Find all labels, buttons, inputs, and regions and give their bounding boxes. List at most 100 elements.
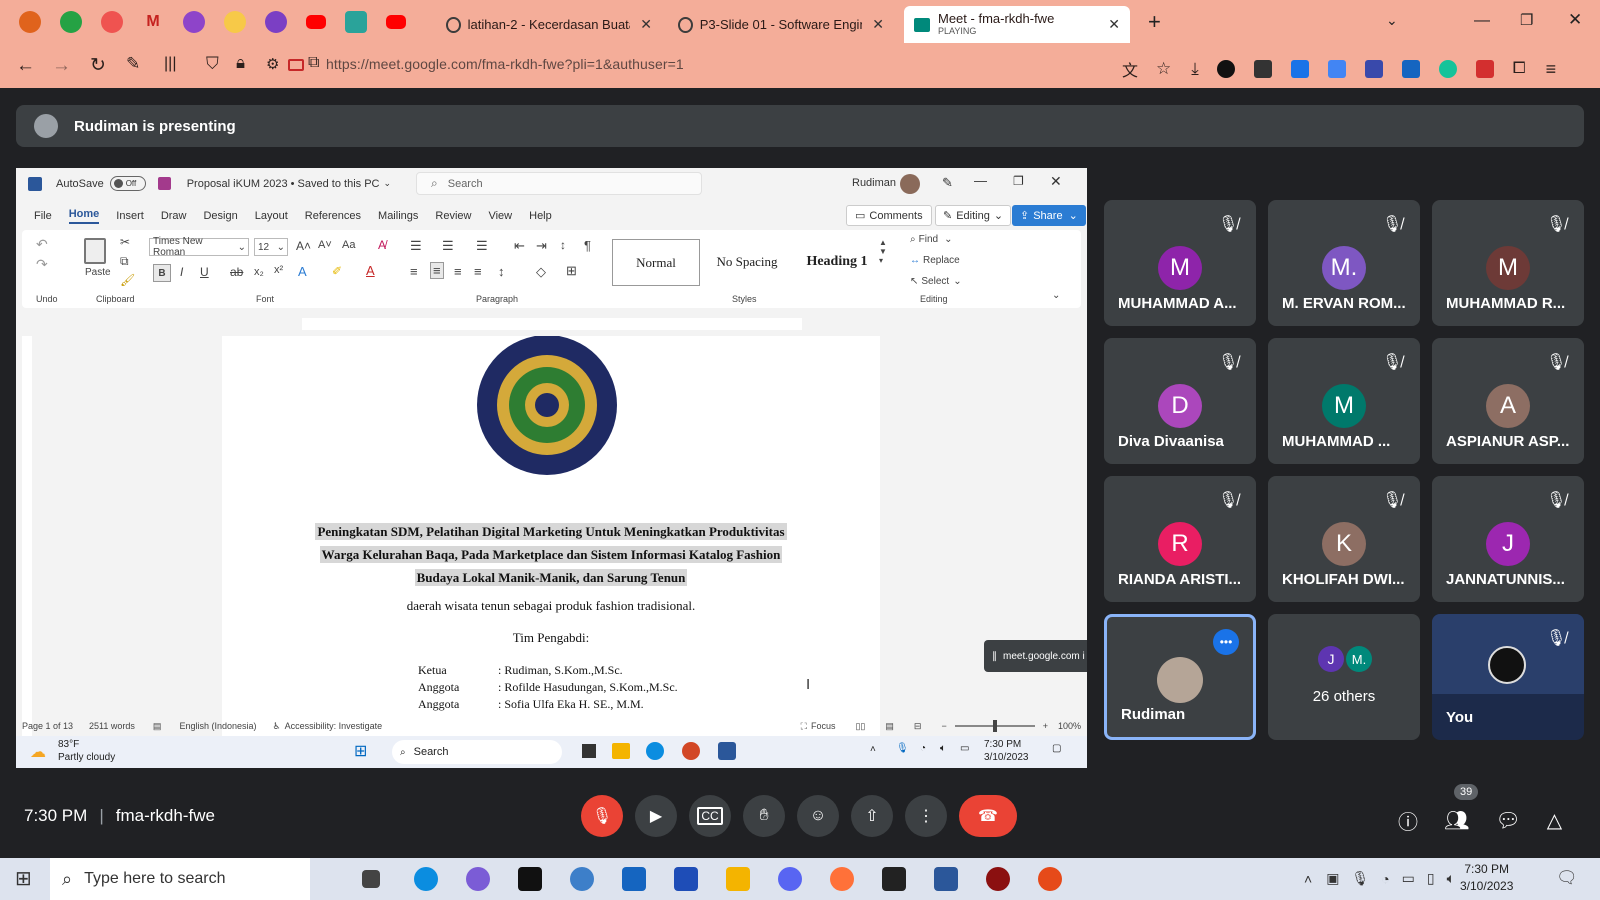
participant-tile[interactable]: 🎙︎̸ M MUHAMMAD A... [1104, 200, 1256, 326]
raise-hand-button[interactable]: ✋︎ [743, 795, 785, 837]
participant-tile[interactable]: 🎙︎̸ R RIANDA ARISTI... [1104, 476, 1256, 602]
copy-icon[interactable]: ⧉ [120, 254, 129, 269]
new-tab-button[interactable]: + [1148, 9, 1161, 35]
youtube-icon[interactable] [386, 15, 406, 29]
whatsapp-icon[interactable] [60, 11, 82, 33]
font-size-select[interactable]: 12 ⌄ [254, 238, 288, 256]
more-options-icon[interactable]: ••• [1213, 629, 1239, 655]
paste-label[interactable]: Paste [85, 267, 111, 278]
numbering-icon[interactable]: ☰ [442, 238, 454, 254]
word-icon[interactable] [934, 867, 958, 891]
tray-chevron-icon[interactable]: ˄ [1304, 871, 1312, 887]
font-name-select[interactable]: Times New Roman ⌄ [149, 236, 249, 258]
taskbar-clock[interactable]: 7:30 PM 3/10/2023 [1460, 861, 1513, 895]
edge-icon[interactable] [646, 742, 664, 760]
underline-icon[interactable]: U [200, 265, 209, 279]
windows-start-icon[interactable]: ⊞ [15, 866, 32, 891]
close-tab-icon[interactable]: ✕ [640, 16, 652, 33]
extension-icon[interactable] [1253, 60, 1272, 78]
replace-button[interactable]: ↔ Replace [910, 255, 960, 266]
change-case-icon[interactable]: Aa [342, 239, 355, 251]
mail-icon[interactable] [622, 867, 646, 891]
firefox-icon[interactable] [830, 867, 854, 891]
extension-icon[interactable] [1438, 60, 1457, 78]
multilevel-list-icon[interactable]: ☰ [476, 238, 488, 254]
task-view-icon[interactable] [362, 870, 380, 888]
app-pin-icon[interactable] [265, 11, 287, 33]
zoom-out-icon[interactable]: − [941, 721, 946, 731]
clear-formatting-icon[interactable]: A̸ [378, 238, 386, 252]
style-normal[interactable]: Normal [612, 239, 700, 286]
extension-icon[interactable] [1475, 60, 1494, 78]
save-icon[interactable] [157, 177, 171, 190]
task-view-icon[interactable] [582, 744, 596, 758]
status-words[interactable]: 2511 words [89, 721, 135, 731]
browser-tab[interactable]: latihan-2 - Kecerdasan Buatan - ✕ [436, 6, 662, 43]
obs-icon[interactable] [986, 867, 1010, 891]
participant-tile[interactable]: 🎙︎̸ M MUHAMMAD R... [1432, 200, 1584, 326]
address-bar[interactable]: https://meet.google.com/fma-rkdh-fwe?pli… [326, 56, 684, 72]
show-marks-icon[interactable]: ¶ [584, 238, 591, 253]
restore-icon[interactable]: ❐ [1013, 174, 1024, 188]
pen-icon[interactable]: ✎ [942, 175, 953, 191]
download-icon[interactable]: ⤓ [1191, 59, 1199, 79]
subscript-icon[interactable]: x₂ [254, 266, 264, 278]
close-tab-icon[interactable]: ✕ [1108, 16, 1120, 33]
browser-tab[interactable]: P3-Slide 01 - Software Enginee ✕ [668, 6, 894, 43]
align-left-icon[interactable]: ≡ [410, 264, 418, 279]
format-painter-icon[interactable]: 🖌︎ [120, 273, 135, 287]
tray-chevron-icon[interactable]: ˄ [870, 744, 876, 755]
info-icon[interactable]: ⓘ [1398, 806, 1418, 835]
increase-indent-icon[interactable]: ⇥ [536, 238, 547, 254]
undo-icon[interactable]: ↶ [36, 236, 48, 253]
extensions-puzzle-icon[interactable]: ⧠ [1513, 60, 1526, 78]
close-window-icon[interactable]: ✕ [1568, 10, 1582, 30]
bullets-icon[interactable]: ☰ [410, 238, 422, 254]
redo-icon[interactable]: ↷ [36, 256, 48, 273]
more-options-button[interactable]: ⋮ [905, 795, 947, 837]
ribbon-tab-insert[interactable]: Insert [116, 210, 144, 222]
ribbon-tab-references[interactable]: References [305, 210, 361, 222]
bookmark-star-icon[interactable]: ☆ [1156, 59, 1171, 79]
powerpoint-icon[interactable] [682, 742, 700, 760]
line-spacing-icon[interactable]: ↕ [498, 264, 505, 279]
permissions-icon[interactable]: ⚙ [266, 55, 279, 73]
select-button[interactable]: ↖ Select ⌄ [910, 276, 962, 287]
todoist-icon[interactable] [101, 11, 123, 33]
reload-icon[interactable]: ↻ [90, 54, 106, 77]
highlight-icon[interactable]: ✐ [332, 264, 342, 278]
word-search-box[interactable]: ⌕ Search [416, 172, 702, 195]
app-pin-icon[interactable] [224, 11, 246, 33]
restore-icon[interactable]: ❐ [1520, 11, 1533, 29]
web-layout-icon[interactable]: ⊟ [914, 721, 922, 732]
status-language[interactable]: English (Indonesia) [179, 721, 256, 731]
battery-icon[interactable]: ▭ [960, 743, 969, 754]
app-pin-icon[interactable] [345, 11, 367, 33]
print-layout-icon[interactable]: ▤ [885, 721, 894, 732]
mic-icon[interactable]: 🎙︎ [896, 743, 909, 754]
ribbon-tab-home[interactable]: Home [68, 208, 100, 224]
self-tile[interactable]: 🎙︎̸ You [1432, 614, 1584, 740]
user-avatar[interactable] [900, 174, 920, 194]
inner-clock-time[interactable]: 7:30 PM [984, 739, 1021, 750]
edge-icon[interactable] [414, 867, 438, 891]
align-right-icon[interactable]: ≡ [454, 264, 462, 279]
mic-off-button[interactable]: 🎙︎ [581, 795, 623, 837]
share-button[interactable]: ⇪ Share ⌄ [1012, 205, 1086, 226]
battery-icon[interactable]: ▯ [1427, 870, 1435, 887]
sort-icon[interactable]: ↕ [560, 238, 566, 252]
gmail-icon[interactable]: M [142, 11, 164, 33]
notification-icon[interactable]: ▢ [1052, 743, 1061, 754]
extension-icon[interactable] [1216, 60, 1235, 78]
inner-search-box[interactable]: ⌕ Search [392, 740, 562, 764]
extension-icon[interactable] [1290, 60, 1309, 78]
back-icon[interactable]: ← [16, 55, 35, 77]
camera-permission-icon[interactable] [288, 59, 304, 71]
tab-list-icon[interactable]: ⌄ [1386, 12, 1398, 29]
wifi-icon[interactable]: ◔ [1381, 871, 1389, 887]
chat-icon[interactable]: 💬︎ [1495, 808, 1520, 833]
italic-icon[interactable]: I [180, 265, 183, 279]
ribbon-tab-design[interactable]: Design [203, 210, 237, 222]
document-title[interactable]: Proposal iKUM 2023 • Saved to this PC [187, 178, 380, 190]
extension-icon[interactable] [1364, 60, 1383, 78]
